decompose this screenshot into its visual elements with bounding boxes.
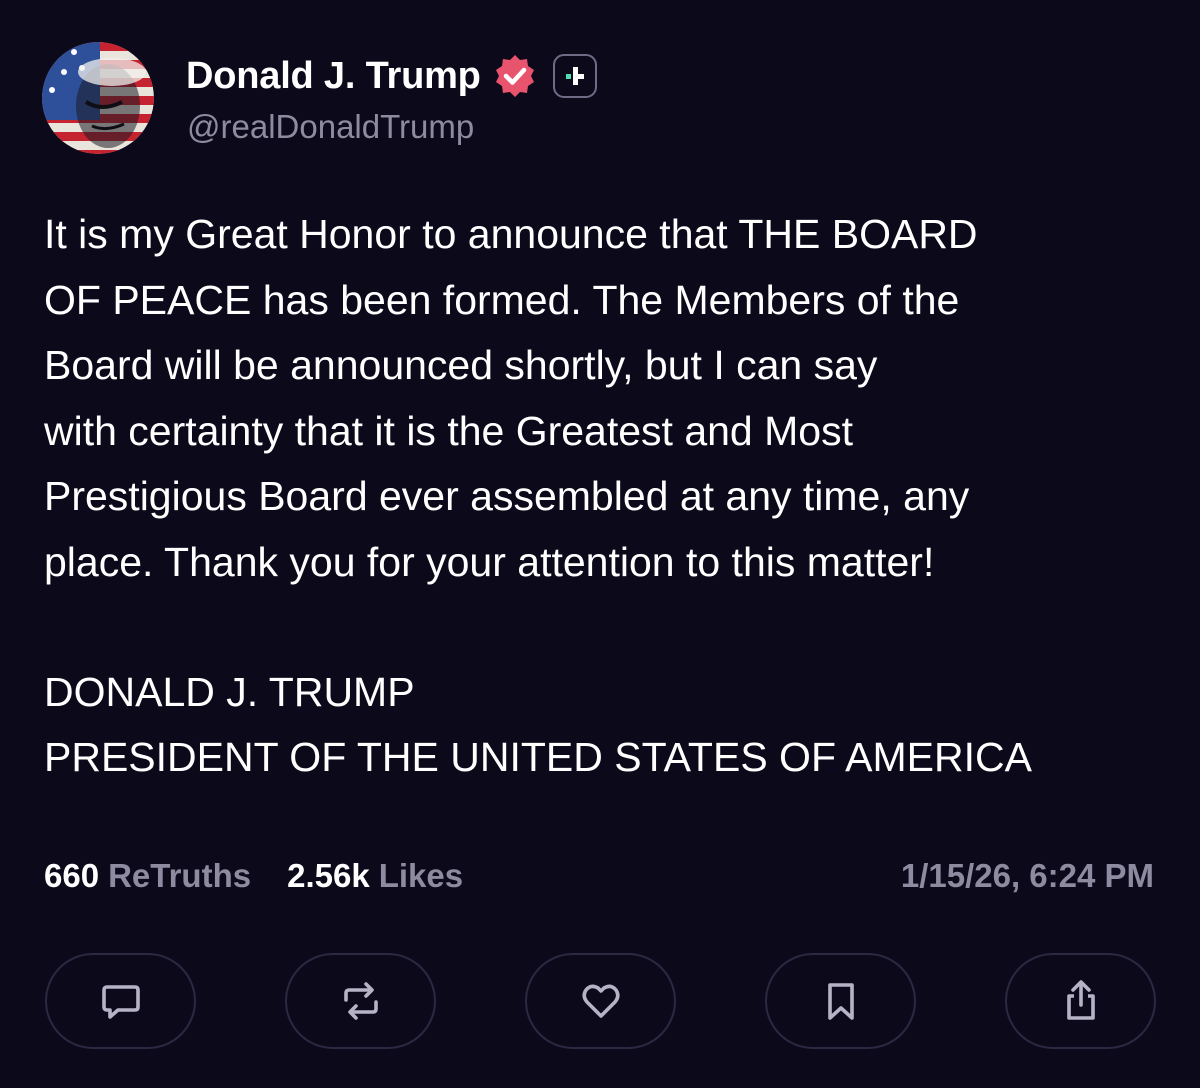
- post-stats: 660 ReTruths 2.56k Likes: [44, 852, 463, 900]
- repost-icon: [343, 982, 378, 1020]
- heart-icon: [581, 984, 620, 1018]
- post-body: It is my Great Honor to announce that TH…: [44, 202, 1184, 595]
- bookmark-icon: [827, 983, 854, 1020]
- author-name-row: Donald J. Trump: [186, 52, 597, 100]
- post-body-text: It is my Great Honor to announce that TH…: [44, 211, 978, 585]
- share-icon: [1066, 980, 1095, 1020]
- likes-label[interactable]: Likes: [379, 857, 463, 895]
- retruths-count[interactable]: 660: [44, 857, 99, 895]
- retruths-label[interactable]: ReTruths: [108, 857, 251, 895]
- flag-face-avatar: [42, 42, 154, 154]
- truth-post: Donald J. Trump @realDonaldTrump It is m…: [0, 0, 1200, 1088]
- reply-button[interactable]: [45, 953, 196, 1049]
- author-handle[interactable]: @realDonaldTrump: [187, 108, 474, 146]
- post-timestamp: 1/15/26, 6:24 PM: [900, 857, 1154, 894]
- truth-plus-icon: [552, 54, 597, 98]
- verified-badge-icon: [491, 52, 539, 100]
- signature-name: DONALD J. TRUMP: [44, 669, 415, 715]
- retruth-button[interactable]: [285, 953, 436, 1049]
- avatar[interactable]: [42, 42, 154, 154]
- author-display-name[interactable]: Donald J. Trump: [186, 55, 481, 98]
- post-signature: DONALD J. TRUMP PRESIDENT OF THE UNITED …: [44, 660, 1032, 790]
- bookmark-button[interactable]: [765, 953, 916, 1049]
- likes-count[interactable]: 2.56k: [287, 857, 370, 895]
- action-bar: [45, 953, 1157, 1049]
- comment-icon: [101, 985, 140, 1019]
- share-button[interactable]: [1005, 953, 1156, 1049]
- signature-title: PRESIDENT OF THE UNITED STATES OF AMERIC…: [44, 734, 1032, 780]
- like-button[interactable]: [525, 953, 676, 1049]
